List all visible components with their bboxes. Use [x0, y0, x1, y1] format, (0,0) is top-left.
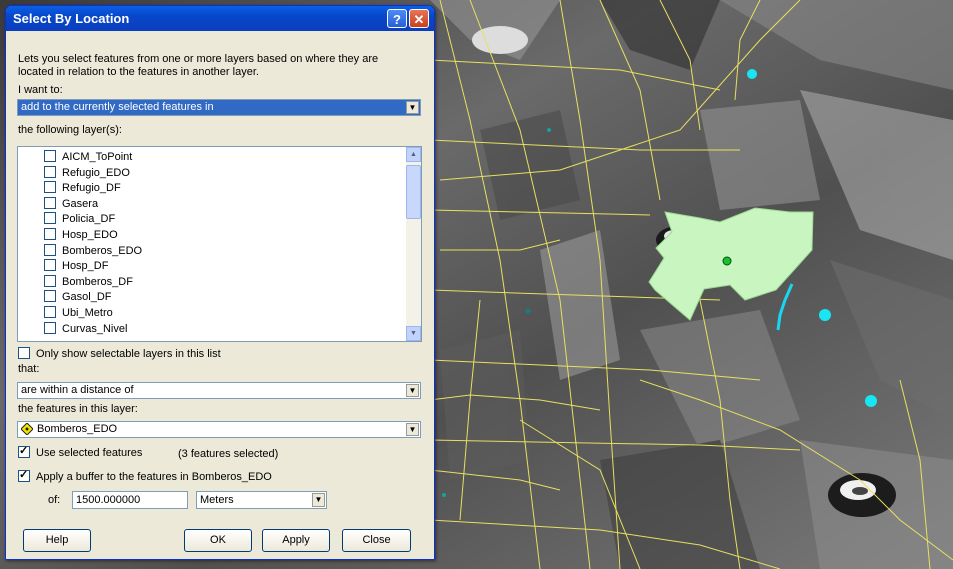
use-selected-checkbox[interactable]: [18, 444, 30, 458]
only-selectable-label: Only show selectable layers in this list: [36, 348, 221, 360]
apply-button[interactable]: Apply: [262, 529, 330, 552]
layer-checkbox[interactable]: [44, 228, 56, 240]
layer-list-item[interactable]: Curvas_Nivel: [44, 321, 128, 337]
layer-checkbox[interactable]: [44, 150, 56, 162]
selection-method-select[interactable]: add to the currently selected features i…: [17, 99, 421, 116]
that-label: that:: [18, 363, 40, 375]
layer-checkbox[interactable]: [44, 259, 56, 272]
layer-name: Refugio_EDO: [62, 166, 130, 179]
layer-checkbox[interactable]: [44, 321, 56, 334]
layer-list-item[interactable]: Refugio_EDO: [44, 165, 130, 181]
buffer-distance-input[interactable]: 1500.000000: [72, 491, 188, 509]
layer-name: Refugio_DF: [62, 182, 121, 195]
layer-list-item[interactable]: Policia_DF: [44, 212, 115, 227]
chevron-down-icon[interactable]: ▼: [312, 493, 325, 507]
layer-checkbox[interactable]: [44, 165, 56, 178]
layer-list-item[interactable]: Ubi_Metro: [44, 306, 113, 321]
layer-name: Curvas_Nivel: [62, 322, 128, 335]
point-layer-icon: [20, 422, 34, 436]
select-by-location-dialog: Select By Location ? ✕ Lets you select f…: [5, 5, 435, 560]
only-selectable-option[interactable]: Only show selectable layers in this list: [18, 347, 221, 360]
layer-name: Ubi_Metro: [62, 307, 113, 319]
layer-name: Policia_DF: [62, 213, 116, 226]
map-point-green[interactable]: [722, 256, 732, 266]
spatial-relation-select[interactable]: are within a distance of ▼: [17, 382, 421, 399]
layer-list-item[interactable]: Gasol_DF: [44, 290, 112, 305]
description-line-1: Lets you select features from one or mor…: [18, 53, 379, 65]
layer-name: Bomberos_EDO: [62, 244, 143, 257]
intent-label: I want to:: [18, 84, 63, 96]
layer-list-item[interactable]: Hosp_DF: [44, 259, 108, 274]
apply-buffer-option[interactable]: Apply a buffer to the features in Bomber…: [18, 468, 272, 483]
use-selected-option[interactable]: Use selected features: [18, 444, 143, 459]
close-icon[interactable]: ✕: [409, 9, 429, 28]
buffer-units-value: Meters: [200, 494, 234, 506]
dialog-titlebar[interactable]: Select By Location ? ✕: [6, 6, 434, 31]
layer-list-item[interactable]: Bomberos_EDO: [44, 243, 143, 259]
chevron-down-icon[interactable]: ▼: [406, 384, 419, 397]
chevron-down-icon[interactable]: ▼: [406, 423, 419, 436]
layer-name: AICM_ToPoint: [62, 151, 133, 163]
of-label: of:: [48, 494, 61, 506]
dialog-title: Select By Location: [13, 11, 130, 26]
layer-list-item[interactable]: Bomberos_DF: [44, 274, 133, 290]
layer-checkbox[interactable]: [44, 181, 56, 194]
layer-checkbox[interactable]: [44, 290, 56, 303]
layer-name: Hosp_EDO: [62, 229, 118, 241]
spatial-relation-value: are within a distance of: [21, 384, 134, 396]
buffer-distance-value: 1500.000000: [76, 494, 141, 506]
layer-checkbox[interactable]: [44, 212, 56, 225]
layer-list-item[interactable]: AICM_ToPoint: [44, 150, 132, 165]
selection-method-value: add to the currently selected features i…: [21, 101, 214, 113]
close-button[interactable]: Close: [342, 529, 411, 552]
chevron-down-icon[interactable]: ▼: [406, 101, 419, 114]
layer-name: Gasera: [62, 197, 99, 210]
source-layer-value: Bomberos_EDO: [37, 423, 118, 435]
only-selectable-checkbox[interactable]: [18, 347, 30, 359]
map-point-small[interactable]: [442, 493, 446, 497]
scrollbar-thumb[interactable]: [406, 165, 421, 219]
use-selected-label: Use selected features: [36, 447, 143, 459]
description-line-2: located in relation to the features in a…: [18, 66, 259, 78]
layer-list-item[interactable]: Refugio_DF: [44, 181, 121, 196]
source-layer-label: the features in this layer:: [18, 403, 138, 415]
layer-name: Bomberos_DF: [62, 275, 133, 288]
layer-name: Gasol_DF: [62, 291, 112, 304]
layer-checkbox[interactable]: [44, 243, 56, 256]
apply-buffer-checkbox[interactable]: [18, 468, 30, 482]
map-point-small[interactable]: [525, 308, 531, 314]
map-point-cyan[interactable]: [865, 395, 877, 407]
selected-count-text: (3 features selected): [178, 448, 279, 460]
map-point-small[interactable]: [547, 128, 551, 132]
layer-list-item[interactable]: Hosp_EDO: [44, 228, 118, 243]
help-icon[interactable]: ?: [387, 9, 407, 28]
layer-name: Hosp_DF: [62, 260, 109, 273]
buffer-units-select[interactable]: Meters ▼: [196, 491, 327, 509]
help-button[interactable]: Help: [23, 529, 91, 552]
scroll-down-icon[interactable]: ▼: [406, 326, 421, 341]
target-layers-list[interactable]: AICM_ToPoint Refugio_EDO Refugio_DF Gasera P…: [17, 146, 422, 342]
layer-checkbox[interactable]: [44, 306, 56, 318]
source-layer-select[interactable]: Bomberos_EDO ▼: [17, 421, 421, 438]
layer-checkbox[interactable]: [44, 196, 56, 209]
map-point-cyan[interactable]: [819, 309, 831, 321]
layer-checkbox[interactable]: [44, 274, 56, 287]
layers-scrollbar[interactable]: ▲ ▼: [406, 147, 421, 341]
apply-buffer-label: Apply a buffer to the features in Bomber…: [36, 471, 272, 483]
scroll-up-icon[interactable]: ▲: [406, 147, 421, 162]
map-point-cyan[interactable]: [747, 69, 757, 79]
layer-list-item[interactable]: Gasera: [44, 196, 99, 212]
layers-label: the following layer(s):: [18, 124, 122, 136]
ok-button[interactable]: OK: [184, 529, 252, 552]
